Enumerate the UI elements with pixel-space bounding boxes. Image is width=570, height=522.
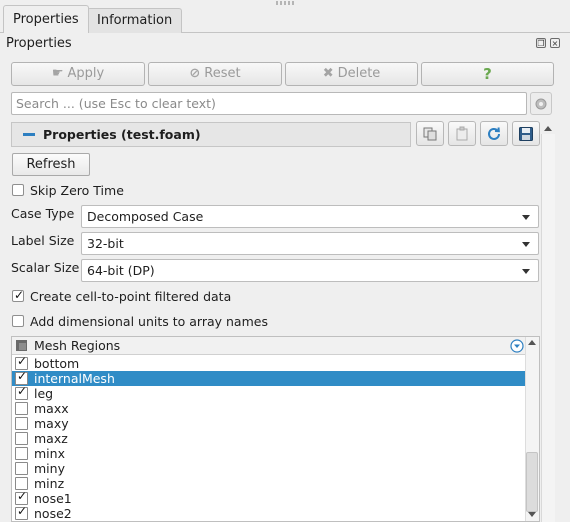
row-label: leg [34,386,54,401]
apply-icon: ☛ [51,66,64,81]
row-label: maxz [34,431,68,446]
row-checkbox[interactable] [15,504,28,520]
reset-label: Reset [204,66,241,81]
copy-properties-button[interactable] [416,121,444,146]
row-checkbox[interactable] [15,447,28,460]
tab-properties[interactable]: Properties [3,5,89,33]
table-row[interactable]: maxz [12,431,525,446]
help-button[interactable]: ? [421,62,554,86]
row-label: minz [34,476,65,491]
table-row[interactable]: minz [12,476,525,491]
case-type-label: Case Type [11,206,75,221]
row-label: bottom [34,356,80,371]
table-scroll-down-arrow[interactable] [528,512,536,517]
select-all-checkbox[interactable] [16,340,27,351]
row-label: miny [34,461,65,476]
row-checkbox[interactable] [15,462,28,475]
main-scrollbar[interactable] [541,134,555,522]
apply-label: Apply [67,66,105,81]
section-title: Properties (test.foam) [43,127,201,142]
mesh-regions-header-label: Mesh Regions [34,338,121,353]
delete-icon: ✖ [322,66,334,81]
row-label: nose1 [34,491,72,506]
close-icon[interactable]: × [550,38,560,48]
row-label: minx [34,446,65,461]
scalar-size-value: 64-bit (DP) [87,263,155,278]
restore-defaults-button[interactable] [480,121,508,146]
chevron-down-icon [522,215,530,220]
search-input[interactable]: Search ... (use Esc to clear text) [11,92,527,115]
row-label: maxx [34,401,69,416]
paste-icon [456,126,468,140]
chevron-down-icon [522,242,530,247]
skip-zero-time-label: Skip Zero Time [30,183,124,198]
cell-to-point-checkbox[interactable] [12,288,24,302]
table-scroll-up-arrow[interactable] [528,340,536,345]
gear-icon [535,98,547,109]
case-type-select[interactable]: Decomposed Case [81,205,539,228]
scalar-size-select[interactable]: 64-bit (DP) [81,259,539,282]
table-row[interactable]: maxy [12,416,525,431]
scroll-up-arrow[interactable] [544,126,552,131]
skip-zero-time-checkbox[interactable] [12,184,24,196]
table-row[interactable]: nose2 [12,504,525,521]
row-checkbox[interactable] [15,417,28,430]
reset-button[interactable]: ⊘ Reset [148,62,282,86]
paste-properties-button[interactable] [448,121,476,146]
reset-icon: ⊘ [189,66,201,81]
help-icon: ? [483,65,492,83]
mesh-regions-header[interactable]: Mesh Regions [12,337,525,355]
save-icon [519,126,533,141]
copy-icon [423,127,437,140]
dimensional-units-checkbox[interactable] [12,315,24,327]
row-checkbox[interactable] [15,402,28,415]
row-checkbox[interactable] [15,432,28,445]
scalar-size-label: Scalar Size [11,260,80,275]
table-row[interactable]: miny [12,461,525,476]
delete-label: Delete [337,66,381,81]
table-row[interactable]: nose1 [12,489,525,506]
table-scroll-thumb[interactable] [526,452,538,512]
table-row[interactable]: leg [12,384,525,401]
case-type-value: Decomposed Case [87,209,204,224]
apply-button[interactable]: ☛ Apply [11,62,145,86]
row-label: internalMesh [34,371,115,386]
table-row[interactable]: bottom [12,354,525,371]
dimensional-units-label: Add dimensional units to array names [30,314,268,329]
tab-information[interactable]: Information [87,8,183,33]
label-size-select[interactable]: 32-bit [81,232,539,255]
cell-to-point-label: Create cell-to-point filtered data [30,289,232,304]
label-size-value: 32-bit [87,236,124,251]
row-checkbox[interactable] [15,384,28,400]
collapse-icon[interactable] [23,133,35,136]
label-size-label: Label Size [11,233,75,248]
table-row[interactable]: minx [12,446,525,461]
refresh-button[interactable]: Refresh [12,153,90,176]
undock-icon[interactable]: ❐ [536,38,546,48]
delete-button[interactable]: ✖ Delete [285,62,418,86]
advanced-settings-button[interactable] [530,92,552,115]
dock-drag-handle[interactable] [276,1,294,5]
save-defaults-button[interactable] [512,121,540,146]
panel-title: Properties [6,36,72,51]
row-label: nose2 [34,506,72,521]
table-row[interactable]: maxx [12,401,525,416]
row-label: maxy [34,416,69,431]
filter-dropdown-icon[interactable] [510,339,524,353]
chevron-down-icon [522,269,530,274]
table-row[interactable]: internalMesh [12,369,525,386]
refresh-icon [488,126,500,140]
